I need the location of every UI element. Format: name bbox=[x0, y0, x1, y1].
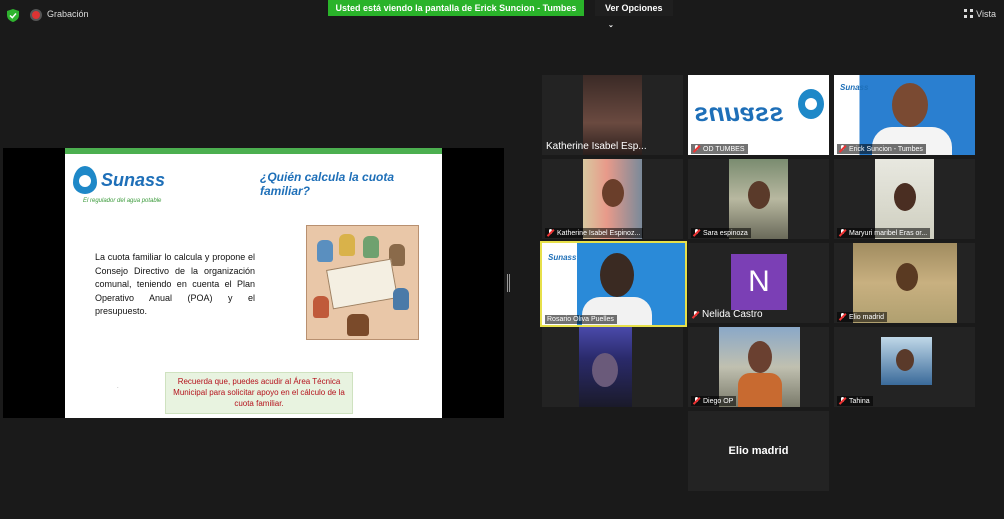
presentation-slide: Sunass El regulador del agua potable ¿Qu… bbox=[65, 148, 442, 418]
participant-tile[interactable] bbox=[542, 327, 683, 407]
slide-title: ¿Quién calcula la cuota familiar? bbox=[260, 170, 395, 198]
participant-name: Rosario Oliva Puelles bbox=[545, 315, 617, 324]
muted-mic-icon bbox=[839, 229, 846, 236]
muted-mic-icon bbox=[693, 145, 700, 152]
participant-tile[interactable]: Maryuri maribel Eras or... bbox=[834, 159, 975, 239]
participant-name: Maryuri maribel Eras or... bbox=[837, 228, 931, 238]
slide-note: Recuerda que, puedes acudir al Área Técn… bbox=[165, 372, 353, 414]
meeting-illustration bbox=[306, 225, 419, 340]
gallery-grid-icon bbox=[964, 9, 974, 18]
participant-video: ssɐuns bbox=[688, 75, 829, 155]
sunass-logo: Sunass El regulador del agua potable bbox=[73, 164, 183, 208]
logo-tagline: El regulador del agua potable bbox=[83, 198, 162, 204]
participant-tile[interactable]: Diego OP bbox=[688, 327, 829, 407]
participant-name: Diego OP bbox=[691, 396, 737, 406]
participant-tile[interactable]: ssɐuns OD TUMBES bbox=[688, 75, 829, 155]
muted-mic-icon bbox=[839, 145, 846, 152]
panel-resize-handle[interactable] bbox=[507, 274, 510, 292]
participant-tile[interactable]: Sara espinoza bbox=[688, 159, 829, 239]
muted-mic-icon bbox=[839, 313, 846, 320]
muted-mic-icon bbox=[692, 311, 699, 318]
participant-tile[interactable]: N Nelida Castro bbox=[688, 243, 829, 323]
participant-name: OD TUMBES bbox=[691, 144, 748, 154]
view-label: Vista bbox=[976, 9, 996, 19]
participant-name: Tahina bbox=[837, 396, 873, 406]
logo-word: Sunass bbox=[101, 170, 166, 190]
top-bar: Grabación Usted está viendo la pantalla … bbox=[0, 0, 1004, 30]
participant-name: Nelida Castro bbox=[690, 308, 766, 321]
water-drop-icon bbox=[73, 166, 97, 194]
participant-tile[interactable]: Elio madrid bbox=[688, 411, 829, 491]
participant-tile[interactable]: Katherine Isabel Espinoz... bbox=[542, 159, 683, 239]
participant-avatar: N bbox=[731, 254, 787, 310]
participant-tile[interactable]: Katherine Isabel Esp... bbox=[542, 75, 683, 155]
muted-mic-icon bbox=[693, 229, 700, 236]
active-speaker-tile[interactable]: Sunass Rosario Oliva Puelles bbox=[540, 241, 687, 327]
muted-mic-icon bbox=[547, 229, 554, 236]
participant-name: Sara espinoza bbox=[691, 228, 751, 238]
recording-icon bbox=[30, 9, 42, 21]
participant-name: Elio madrid bbox=[837, 312, 888, 322]
view-button[interactable]: Vista bbox=[964, 9, 996, 19]
muted-mic-icon bbox=[839, 397, 846, 404]
view-options-label: Ver Opciones bbox=[605, 3, 663, 13]
screen-share-banner: Usted está viendo la pantalla de Erick S… bbox=[328, 0, 584, 16]
participant-tile[interactable]: Elio madrid bbox=[834, 243, 975, 323]
participant-name: Elio madrid bbox=[728, 445, 789, 457]
participant-tile[interactable]: Sunass Erick Suncion - Tumbes bbox=[834, 75, 975, 155]
participant-name: Erick Suncion - Tumbes bbox=[837, 144, 926, 154]
security-shield-icon[interactable] bbox=[7, 9, 19, 22]
participant-tile[interactable]: Tahina bbox=[834, 327, 975, 407]
participant-name: Katherine Isabel Espinoz... bbox=[545, 228, 644, 238]
recording-label: Grabación bbox=[47, 9, 89, 19]
muted-mic-icon bbox=[693, 397, 700, 404]
slide-dot: . bbox=[117, 384, 119, 390]
chevron-down-icon: ⌄ bbox=[608, 22, 614, 29]
slide-body-text: La cuota familiar lo calcula y propone e… bbox=[95, 252, 255, 316]
participant-name: Katherine Isabel Esp... bbox=[546, 141, 647, 152]
view-options-button[interactable]: Ver Opciones ⌄ bbox=[595, 0, 673, 29]
